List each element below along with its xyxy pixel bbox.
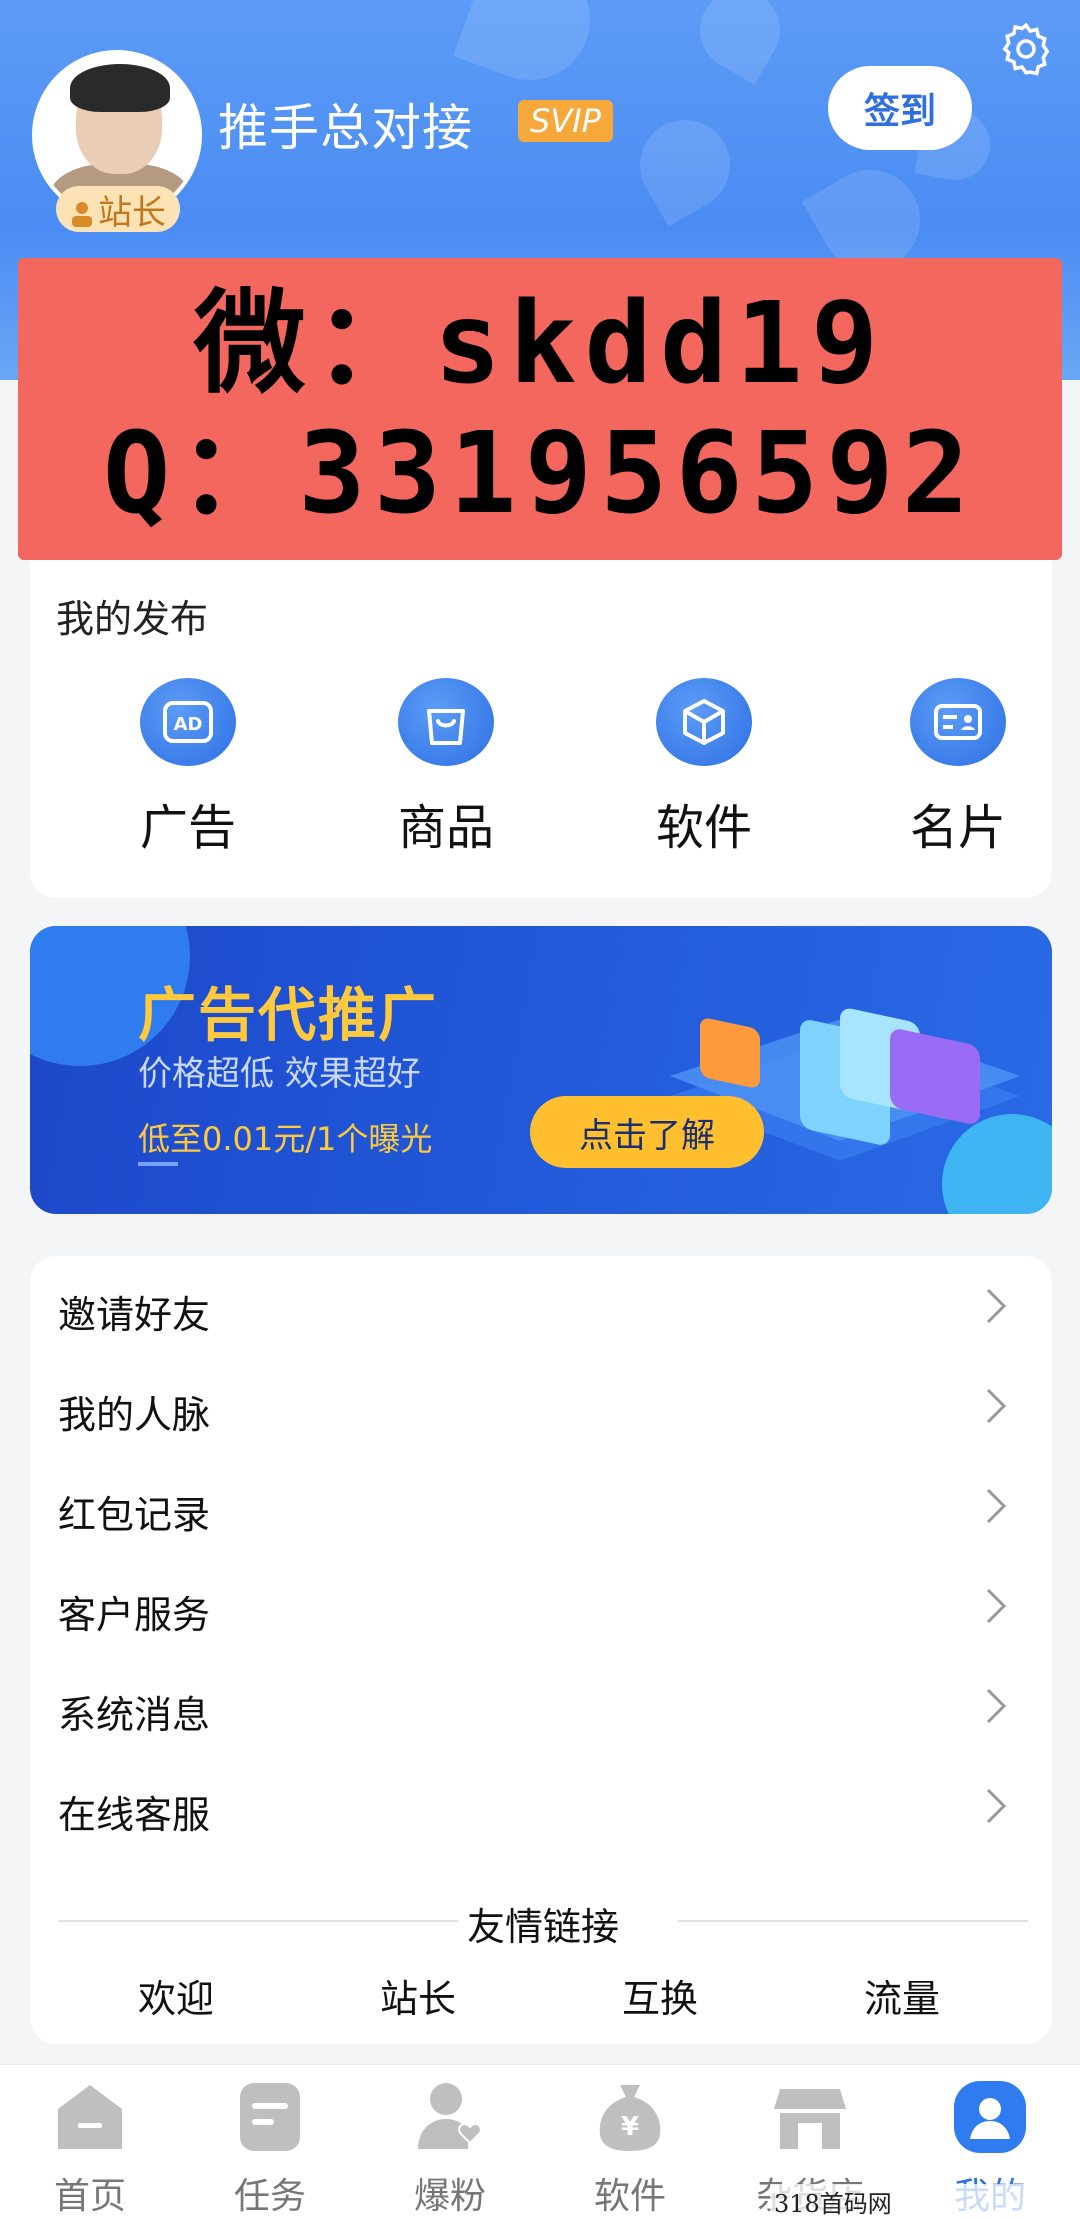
user-heart-icon — [418, 2083, 482, 2149]
home-icon — [58, 2085, 122, 2149]
banner-subtitle: 价格超低 效果超好 — [138, 1054, 421, 1094]
my-publish-card: 我的发布 AD 广告 商品 软件 名片 — [30, 560, 1052, 898]
watermark: 318首码网 www.E318.com — [770, 2184, 1080, 2221]
publish-software-button[interactable]: 软件 — [624, 678, 784, 858]
header-decoration — [685, 0, 795, 85]
publish-card-button[interactable]: 名片 — [878, 678, 1038, 858]
header-decoration — [453, 0, 607, 97]
menu-item-label: 客户服务 — [58, 1593, 211, 1637]
settings-gear-icon[interactable] — [995, 18, 1057, 80]
chevron-right-icon — [986, 1688, 1007, 1724]
vip-badge: SVIP — [518, 100, 613, 142]
nav-label: 任务 — [233, 2176, 306, 2217]
contact-wechat: 微：skdd19 — [193, 279, 887, 409]
publish-item-label: 广告 — [139, 800, 236, 856]
friend-link[interactable]: 互换 — [622, 1968, 698, 2023]
menu-item-system-messages[interactable]: 系统消息 — [30, 1656, 1052, 1756]
publish-ad-button[interactable]: AD 广告 — [108, 678, 268, 858]
banner-title: 广告代推广 — [138, 981, 439, 1049]
shopping-bag-icon — [398, 678, 494, 766]
menu-item-label: 红包记录 — [58, 1493, 211, 1537]
profile-icon — [954, 2081, 1026, 2153]
menu-item-label: 系统消息 — [58, 1693, 211, 1737]
banner-dash — [138, 1162, 178, 1166]
friend-links-title: 友情链接 — [466, 1905, 619, 1949]
publish-item-label: 商品 — [397, 800, 494, 856]
menu-item-customer-service[interactable]: 客户服务 — [30, 1556, 1052, 1656]
svg-text:AD: AD — [174, 714, 203, 735]
menu-item-label: 在线客服 — [58, 1793, 211, 1837]
chevron-right-icon — [986, 1788, 1007, 1824]
nav-home[interactable]: 首页 — [30, 2079, 150, 2219]
menu-item-invite-friends[interactable]: 邀请好友 — [30, 1256, 1052, 1356]
publish-item-label: 软件 — [655, 800, 752, 856]
business-card-icon — [910, 678, 1006, 766]
store-icon — [774, 2089, 846, 2149]
nav-task[interactable]: 任务 — [210, 2079, 330, 2219]
menu-item-my-connections[interactable]: 我的人脉 — [30, 1356, 1052, 1456]
banner-price: 低至0.01元/1个曝光 — [138, 1120, 433, 1158]
nav-software[interactable]: ¥ 软件 — [570, 2079, 690, 2219]
menu-item-label: 我的人脉 — [58, 1393, 211, 1437]
contact-overlay: 微：skdd19 Q：331956592 — [18, 258, 1062, 560]
contact-qq: Q：331956592 — [102, 409, 978, 539]
publish-title: 我的发布 — [56, 597, 209, 641]
signin-button[interactable]: 签到 — [828, 66, 972, 150]
nav-fans[interactable]: 爆粉 — [390, 2079, 510, 2219]
svg-text:¥: ¥ — [621, 2112, 639, 2142]
friend-link[interactable]: 欢迎 — [138, 1968, 214, 2023]
task-icon — [240, 2083, 300, 2151]
friend-link[interactable]: 流量 — [864, 1968, 940, 2023]
publish-goods-button[interactable]: 商品 — [366, 678, 526, 858]
ad-icon: AD — [140, 678, 236, 766]
banner-learn-more-button[interactable]: 点击了解 — [530, 1096, 764, 1168]
money-bag-icon: ¥ — [599, 2085, 661, 2151]
ad-promo-banner[interactable]: 广告代推广 价格超低 效果超好 低至0.01元/1个曝光 点击了解 — [30, 926, 1052, 1214]
role-badge-label: 站长 — [98, 192, 166, 233]
header-decoration — [623, 103, 747, 227]
friend-link[interactable]: 站长 — [380, 1968, 456, 2023]
chevron-right-icon — [986, 1488, 1007, 1524]
menu-item-online-support[interactable]: 在线客服 — [30, 1756, 1052, 1856]
friend-links-divider: 友情链接 — [58, 1896, 1028, 1949]
nav-label: 首页 — [53, 2176, 126, 2217]
publish-item-label: 名片 — [909, 800, 1006, 856]
chevron-right-icon — [986, 1588, 1007, 1624]
friend-links-row: 欢迎 站长 互换 流量 — [30, 1968, 1052, 2028]
avatar-hair — [70, 64, 170, 112]
menu-item-label: 邀请好友 — [58, 1293, 211, 1337]
nav-label: 爆粉 — [413, 2176, 486, 2217]
menu-card: 邀请好友 我的人脉 红包记录 客户服务 系统消息 在线客服 友情链接 欢迎 站长… — [30, 1256, 1052, 2044]
nav-label: 软件 — [593, 2176, 666, 2217]
cube-icon — [656, 678, 752, 766]
menu-item-red-packet-records[interactable]: 红包记录 — [30, 1456, 1052, 1556]
role-badge: 站长 — [56, 186, 180, 233]
chevron-right-icon — [986, 1388, 1007, 1424]
username: 推手总对接 — [218, 99, 473, 157]
user-badge-icon — [70, 196, 94, 227]
chevron-right-icon — [986, 1288, 1007, 1324]
